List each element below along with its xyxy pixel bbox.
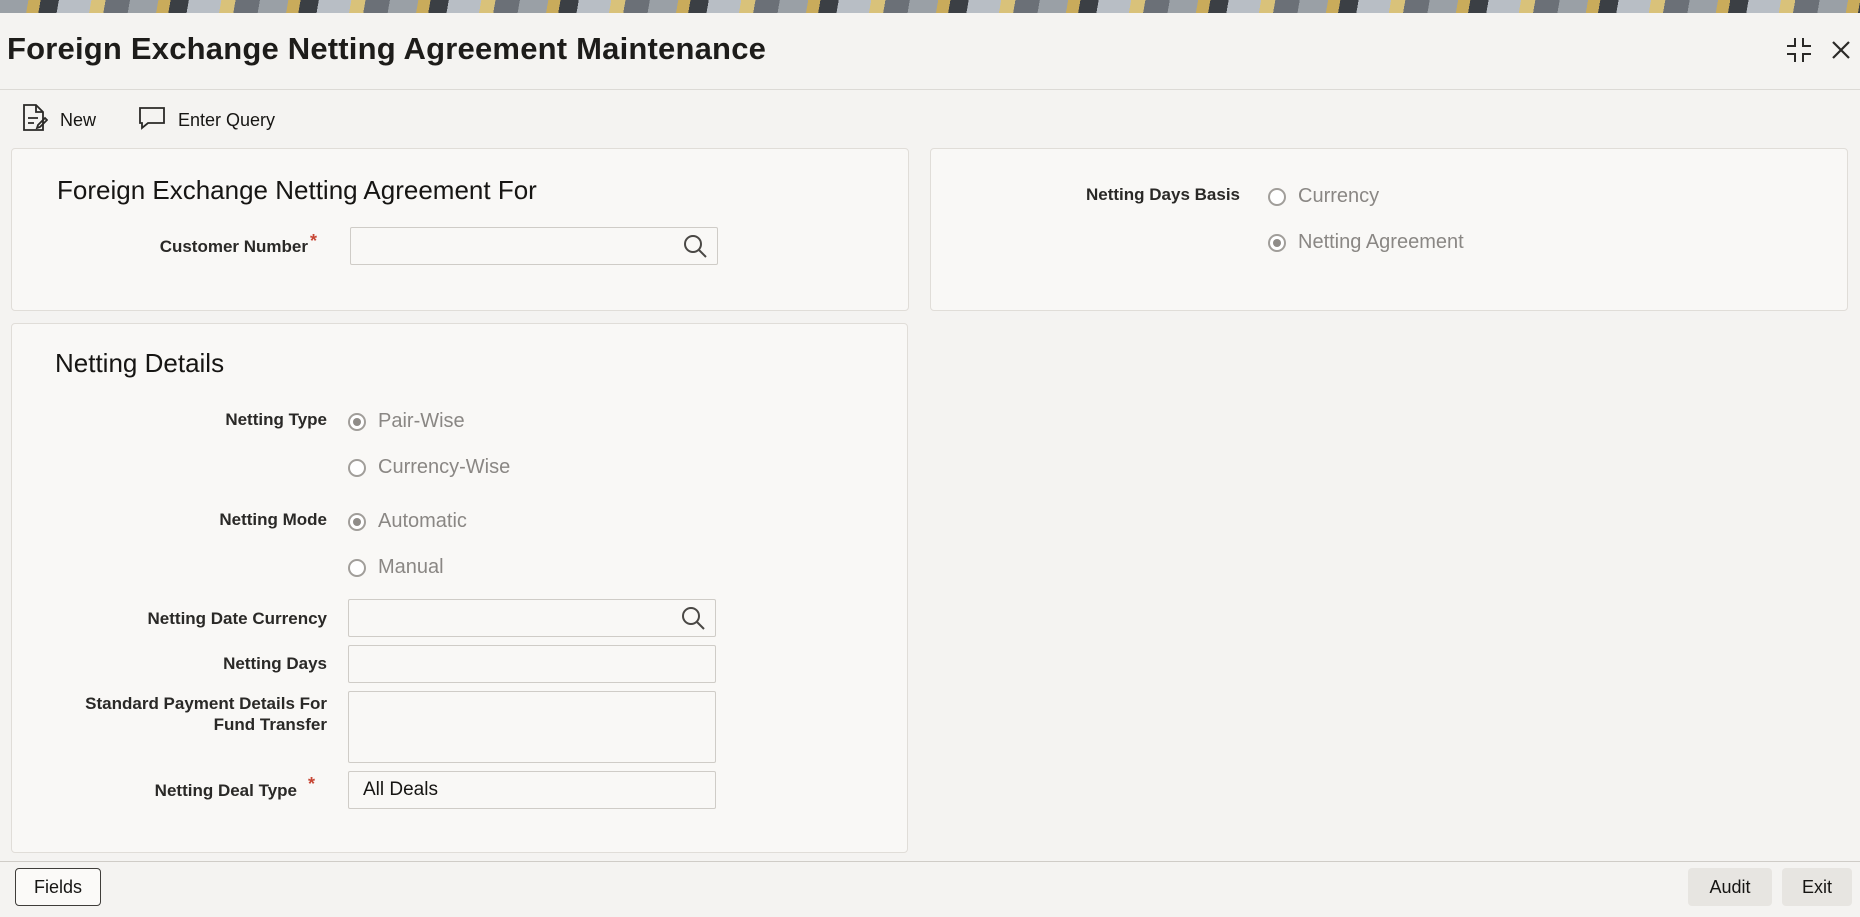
customer-number-input[interactable] — [350, 227, 718, 265]
netting-deal-type-input[interactable] — [348, 771, 716, 809]
payment-details-label: Standard Payment Details For Fund Transf… — [85, 693, 327, 735]
netting-days-input[interactable] — [348, 645, 716, 683]
radio-label: Currency — [1298, 185, 1380, 207]
agreement-for-panel: Foreign Exchange Netting Agreement For C… — [11, 148, 909, 311]
netting-details-panel: Netting Details Netting Type Pair-Wise C… — [11, 323, 908, 853]
netting-type-currency-wise-radio[interactable]: Currency-Wise — [348, 456, 510, 479]
radio-label: Currency-Wise — [378, 456, 511, 478]
agreement-for-title: Foreign Exchange Netting Agreement For — [57, 175, 537, 205]
radio-selected-icon — [348, 412, 366, 431]
netting-mode-automatic-radio[interactable]: Automatic — [348, 510, 467, 533]
netting-date-currency-input[interactable] — [348, 599, 716, 637]
netting-days-basis-agreement-radio[interactable]: Netting Agreement — [1268, 231, 1464, 254]
netting-days-basis-panel: Netting Days Basis Currency Netting Agre… — [930, 148, 1848, 311]
payment-details-label-line2: Fund Transfer — [213, 715, 327, 734]
toolbar: New Enter Query — [0, 95, 297, 145]
netting-days-basis-currency-radio[interactable]: Currency — [1268, 185, 1379, 208]
netting-date-currency-search-icon[interactable] — [680, 605, 706, 631]
new-document-icon — [20, 103, 49, 138]
netting-deal-type-required: * — [308, 774, 316, 794]
title-bar: Foreign Exchange Netting Agreement Maint… — [0, 13, 1860, 90]
new-button[interactable]: New — [20, 103, 96, 138]
close-icon[interactable] — [1826, 35, 1856, 65]
customer-number-required: * — [310, 231, 318, 251]
radio-selected-icon — [1268, 233, 1286, 252]
payment-details-label-line1: Standard Payment Details For — [85, 694, 327, 713]
new-button-label: New — [60, 109, 97, 130]
radio-unselected-icon — [348, 458, 366, 477]
radio-label: Pair-Wise — [378, 410, 465, 432]
netting-details-title: Netting Details — [55, 348, 225, 378]
customer-number-search-icon[interactable] — [682, 233, 708, 259]
netting-date-currency-label: Netting Date Currency — [147, 609, 327, 628]
netting-deal-type-label: Netting Deal Type — [154, 781, 297, 800]
audit-button[interactable]: Audit — [1688, 868, 1772, 906]
radio-label: Automatic — [378, 510, 467, 532]
footer-bar: Fields Audit Exit — [0, 861, 1860, 917]
page-title: Foreign Exchange Netting Agreement Maint… — [7, 31, 767, 66]
netting-type-label: Netting Type — [225, 410, 327, 429]
radio-label: Netting Agreement — [1298, 231, 1464, 253]
header-banner — [0, 0, 1860, 13]
netting-days-basis-label: Netting Days Basis — [1086, 185, 1240, 204]
netting-mode-manual-radio[interactable]: Manual — [348, 556, 444, 579]
customer-number-label: Customer Number — [159, 237, 308, 256]
radio-selected-icon — [348, 512, 366, 531]
enter-query-label: Enter Query — [178, 109, 276, 130]
window-controls — [1784, 35, 1856, 65]
exit-button[interactable]: Exit — [1782, 868, 1852, 906]
fields-button[interactable]: Fields — [15, 868, 101, 906]
netting-days-label: Netting Days — [223, 654, 327, 673]
netting-mode-label: Netting Mode — [219, 510, 327, 529]
netting-type-pair-wise-radio[interactable]: Pair-Wise — [348, 410, 465, 433]
radio-unselected-icon — [1268, 187, 1286, 206]
radio-unselected-icon — [348, 558, 366, 577]
enter-query-button[interactable]: Enter Query — [138, 105, 275, 136]
speech-bubble-icon — [138, 105, 166, 136]
radio-label: Manual — [378, 556, 444, 578]
payment-details-textarea[interactable] — [348, 691, 716, 763]
collapse-icon[interactable] — [1784, 35, 1814, 65]
